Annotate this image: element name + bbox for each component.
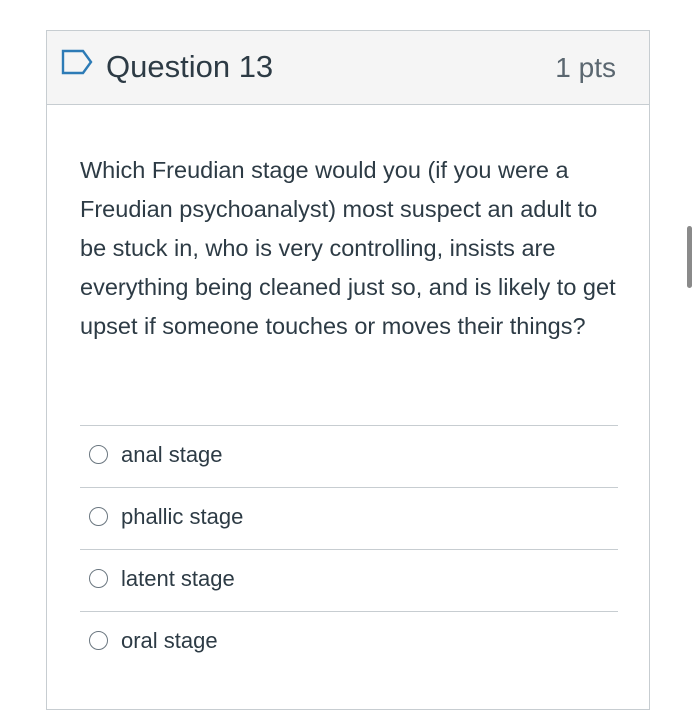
- question-title: Question 13: [106, 49, 274, 84]
- answer-label: phallic stage: [121, 504, 244, 529]
- radio-button[interactable]: [89, 569, 108, 588]
- radio-button[interactable]: [89, 507, 108, 526]
- scrollbar-thumb[interactable]: [687, 226, 692, 288]
- answer-label: anal stage: [121, 442, 223, 467]
- answer-label: latent stage: [121, 566, 235, 591]
- question-header: Question 13 1 pts: [47, 31, 649, 105]
- radio-button[interactable]: [89, 631, 108, 650]
- answer-option[interactable]: latent stage: [80, 549, 618, 611]
- radio-button[interactable]: [89, 445, 108, 464]
- question-card: Question 13 1 pts Which Freudian stage w…: [46, 30, 650, 710]
- flag-icon[interactable]: [61, 49, 93, 75]
- question-points: 1 pts: [555, 52, 616, 83]
- answer-option[interactable]: oral stage: [80, 611, 618, 673]
- answer-option[interactable]: phallic stage: [80, 487, 618, 549]
- answer-label: oral stage: [121, 628, 218, 653]
- question-text: Which Freudian stage would you (if you w…: [80, 157, 616, 339]
- answer-list: anal stage phallic stage latent stage or…: [80, 425, 618, 673]
- answer-option[interactable]: anal stage: [80, 425, 618, 487]
